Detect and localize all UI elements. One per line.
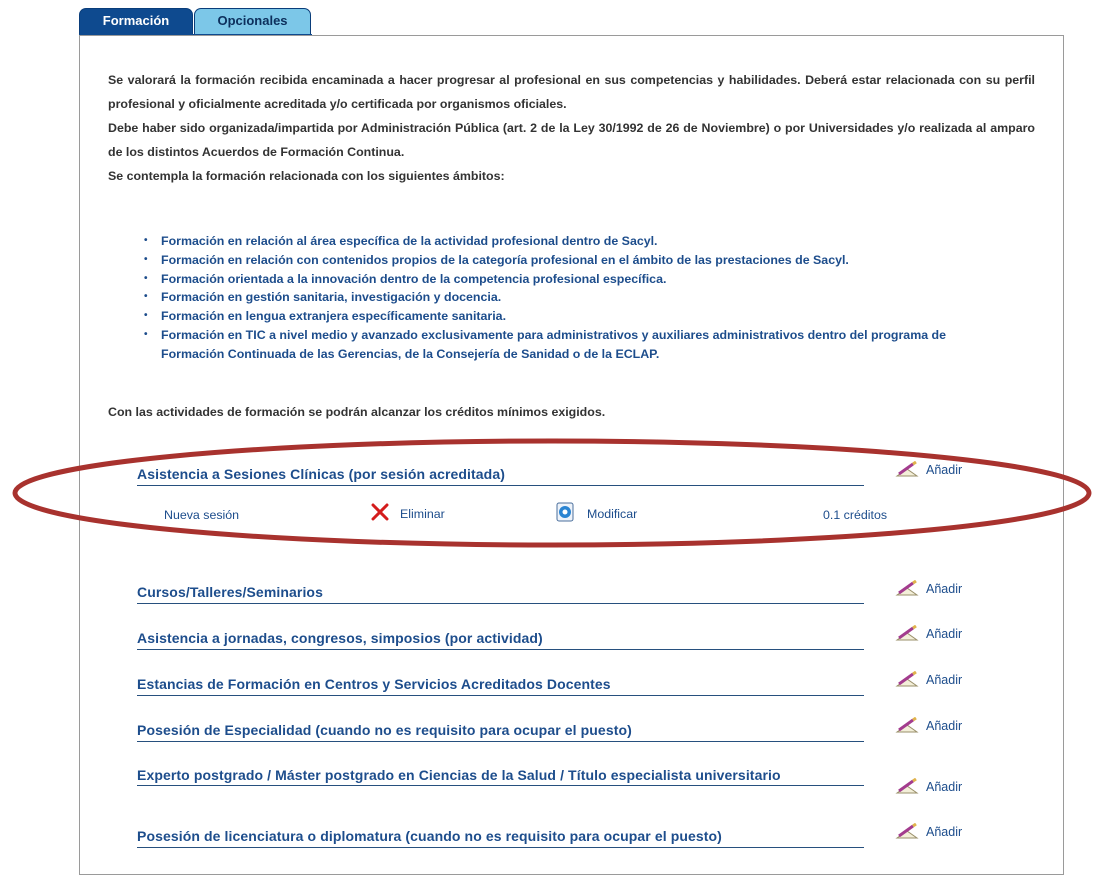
intro-paragraph-1: Se valorará la formación recibida encami… [108,73,1035,111]
pencil-paper-icon [895,624,919,643]
intro-paragraph-3: Se contempla la formación relacionada co… [108,169,505,183]
pencil-paper-icon [895,460,919,479]
add-label: Añadir [926,627,963,641]
pencil-paper-icon [895,777,919,796]
scope-list-item: Formación en lengua extranjera específic… [144,307,1024,326]
intro-text: Se valorará la formación recibida encami… [108,68,1035,188]
pencil-paper-icon [895,579,919,598]
red-x-icon [370,502,390,525]
scope-list: Formación en relación al área específica… [144,232,1024,364]
tab-formacion[interactable]: Formación [79,8,193,34]
scope-list-item: Formación orientada a la innovación dent… [144,270,1024,289]
edit-document-icon [555,502,577,525]
section-title-estancias: Estancias de Formación en Centros y Serv… [137,677,864,696]
section-title-jornadas: Asistencia a jornadas, congresos, simpos… [137,631,864,650]
session-credits: 0.1 créditos [823,508,888,522]
add-label: Añadir [926,582,963,596]
add-label: Añadir [926,780,963,794]
section-title-postgrado: Experto postgrado / Máster postgrado en … [137,768,864,786]
add-especialidad-button[interactable]: Añadir [895,716,963,735]
add-label: Añadir [926,673,963,687]
add-label: Añadir [926,719,963,733]
section-title-especialidad: Posesión de Especialidad (cuando no es r… [137,723,864,742]
add-jornada-button[interactable]: Añadir [895,624,963,643]
add-estancia-button[interactable]: Añadir [895,670,963,689]
add-label: Añadir [926,825,963,839]
section-title-sesiones-clinicas: Asistencia a Sesiones Clínicas (por sesi… [137,467,864,486]
section-title-cursos: Cursos/Talleres/Seminarios [137,585,864,604]
modify-label: Modificar [587,506,638,521]
conclusion-text: Con las actividades de formación se podr… [108,405,606,419]
scope-list-item: Formación en relación al área específica… [144,232,1024,251]
scope-list-item: Formación en relación con contenidos pro… [144,251,1024,270]
delete-session-button[interactable]: Eliminar [370,502,445,525]
scope-list-item: Formación en gestión sanitaria, investig… [144,288,1024,307]
add-curso-button[interactable]: Añadir [895,579,963,598]
add-licenciatura-button[interactable]: Añadir [895,822,963,841]
section-title-licenciatura: Posesión de licenciatura o diplomatura (… [137,829,864,848]
modify-session-button[interactable]: Modificar [555,502,637,525]
add-postgrado-button[interactable]: Añadir [895,777,963,796]
session-name: Nueva sesión [164,508,240,522]
pencil-paper-icon [895,822,919,841]
pencil-paper-icon [895,716,919,735]
delete-label: Eliminar [400,506,445,521]
scope-list-item: Formación en TIC a nivel medio y avanzad… [144,326,973,364]
pencil-paper-icon [895,670,919,689]
add-sesion-button[interactable]: Añadir [895,460,963,479]
add-label: Añadir [926,463,963,477]
tab-opcionales[interactable]: Opcionales [194,8,311,34]
intro-paragraph-2: Debe haber sido organizada/impartida por… [108,121,1035,159]
